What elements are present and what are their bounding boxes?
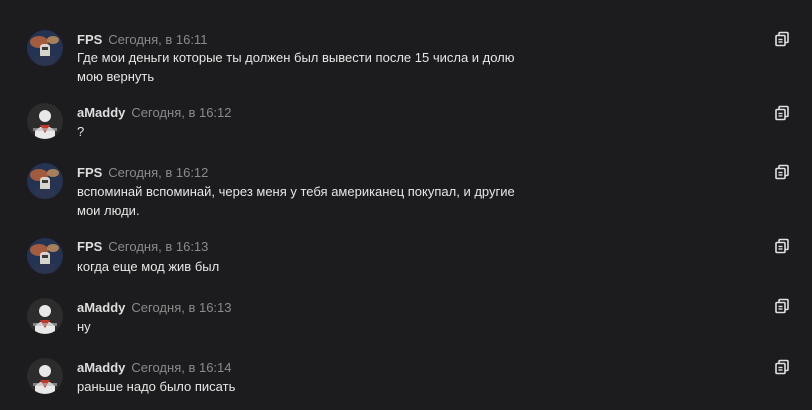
message-header: aMaddy Сегодня, в 16:14 [77, 360, 232, 376]
copy-icon[interactable] [774, 105, 790, 121]
message-timestamp[interactable]: Сегодня, в 16:11 [108, 32, 207, 47]
copy-icon[interactable] [774, 238, 790, 254]
message-author[interactable]: FPS [77, 239, 102, 254]
message-text: вспоминай вспоминай, через меня у тебя а… [77, 184, 515, 218]
message-author[interactable]: aMaddy [77, 300, 125, 315]
message-text: раньше надо было писать [77, 379, 236, 394]
chat-message-list: FPS Сегодня, в 16:11 Где мои деньги котор… [0, 0, 812, 410]
message-timestamp[interactable]: Сегодня, в 16:12 [131, 105, 231, 120]
message-author[interactable]: aMaddy [77, 360, 125, 375]
avatar-amaddy[interactable] [27, 103, 63, 139]
message-timestamp[interactable]: Сегодня, в 16:14 [131, 360, 231, 375]
message-header: aMaddy Сегодня, в 16:12 [77, 105, 232, 121]
message-header: FPS Сегодня, в 16:12 [77, 165, 208, 181]
copy-icon[interactable] [774, 164, 790, 180]
copy-icon[interactable] [774, 298, 790, 314]
avatar-fps[interactable] [27, 238, 63, 274]
avatar-fps[interactable] [27, 30, 63, 66]
message-text: ну [77, 319, 91, 334]
message-text: когда еще мод жив был [77, 259, 220, 274]
avatar-fps[interactable] [27, 163, 63, 199]
message-author[interactable]: aMaddy [77, 105, 125, 120]
avatar-amaddy[interactable] [27, 358, 63, 394]
message-header: aMaddy Сегодня, в 16:13 [77, 300, 232, 316]
message-timestamp[interactable]: Сегодня, в 16:13 [131, 300, 231, 315]
message-text: Где мои деньги которые ты должен был выв… [77, 50, 515, 84]
message-author[interactable]: FPS [77, 165, 102, 180]
message-text: ? [77, 124, 85, 139]
message-timestamp[interactable]: Сегодня, в 16:13 [108, 239, 208, 254]
copy-icon[interactable] [774, 359, 790, 375]
message-header: FPS Сегодня, в 16:11 [77, 32, 207, 48]
copy-icon[interactable] [774, 31, 790, 47]
avatar-amaddy[interactable] [27, 298, 63, 334]
message-header: FPS Сегодня, в 16:13 [77, 239, 208, 255]
message-author[interactable]: FPS [77, 32, 102, 47]
message-timestamp[interactable]: Сегодня, в 16:12 [108, 165, 208, 180]
